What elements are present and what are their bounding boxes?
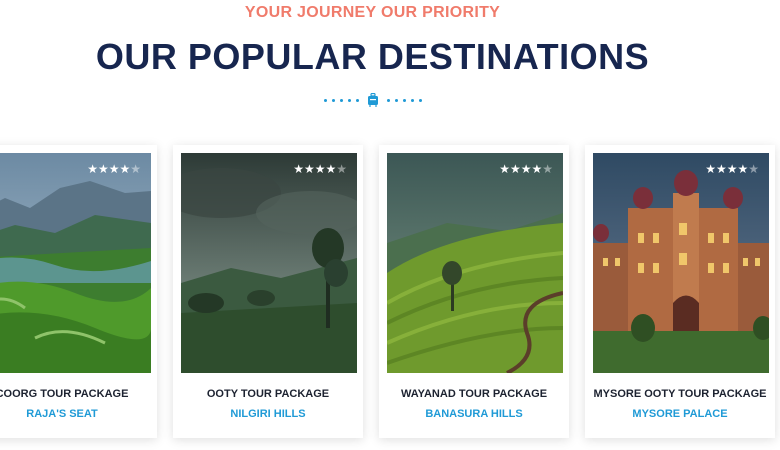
rating-stars: ★★★★★ <box>293 162 347 176</box>
divider-dots-left <box>323 98 359 102</box>
suitcase-icon <box>367 93 378 107</box>
destination-photo: ★★★★★ <box>181 153 357 373</box>
place-name: MYSORE PALACE <box>632 408 728 420</box>
package-title[interactable]: WAYANAD TOUR PACKAGE <box>379 388 569 400</box>
section-eyebrow: YOUR JOURNEY OUR PRIORITY <box>244 4 501 21</box>
place-name: NILGIRI HILLS <box>230 408 306 420</box>
package-title[interactable]: MYSORE OOTY TOUR PACKAGE <box>585 388 775 400</box>
package-title[interactable]: OOTY TOUR PACKAGE <box>173 388 363 400</box>
section-title: OUR POPULAR DESTINATIONS <box>95 36 650 77</box>
destination-photo: ★★★★★ <box>387 153 563 373</box>
rating-stars: ★★★★★ <box>705 162 759 176</box>
destination-card[interactable]: ★★★★★ MYSORE OOTY TOUR PACKAGE MYSORE PA… <box>585 145 775 438</box>
destination-card[interactable]: ★★★★★ WAYANAD TOUR PACKAGE BANASURA HILL… <box>379 145 569 438</box>
rating-stars: ★★★★★ <box>87 162 141 176</box>
destination-photo: ★★★★★ <box>593 153 769 373</box>
package-title[interactable]: COORG TOUR PACKAGE <box>0 388 157 400</box>
divider-dots-right <box>386 98 422 102</box>
place-name: RAJA'S SEAT <box>26 408 98 420</box>
place-name: BANASURA HILLS <box>425 408 523 420</box>
destination-card[interactable]: ★★★★★ COORG TOUR PACKAGE RAJA'S SEAT <box>0 145 157 438</box>
section-divider <box>0 93 745 107</box>
rating-stars: ★★★★★ <box>499 162 553 176</box>
destination-card[interactable]: ★★★★★ OOTY TOUR PACKAGE NILGIRI HILLS <box>173 145 363 438</box>
destination-photo: ★★★★★ <box>0 153 151 373</box>
